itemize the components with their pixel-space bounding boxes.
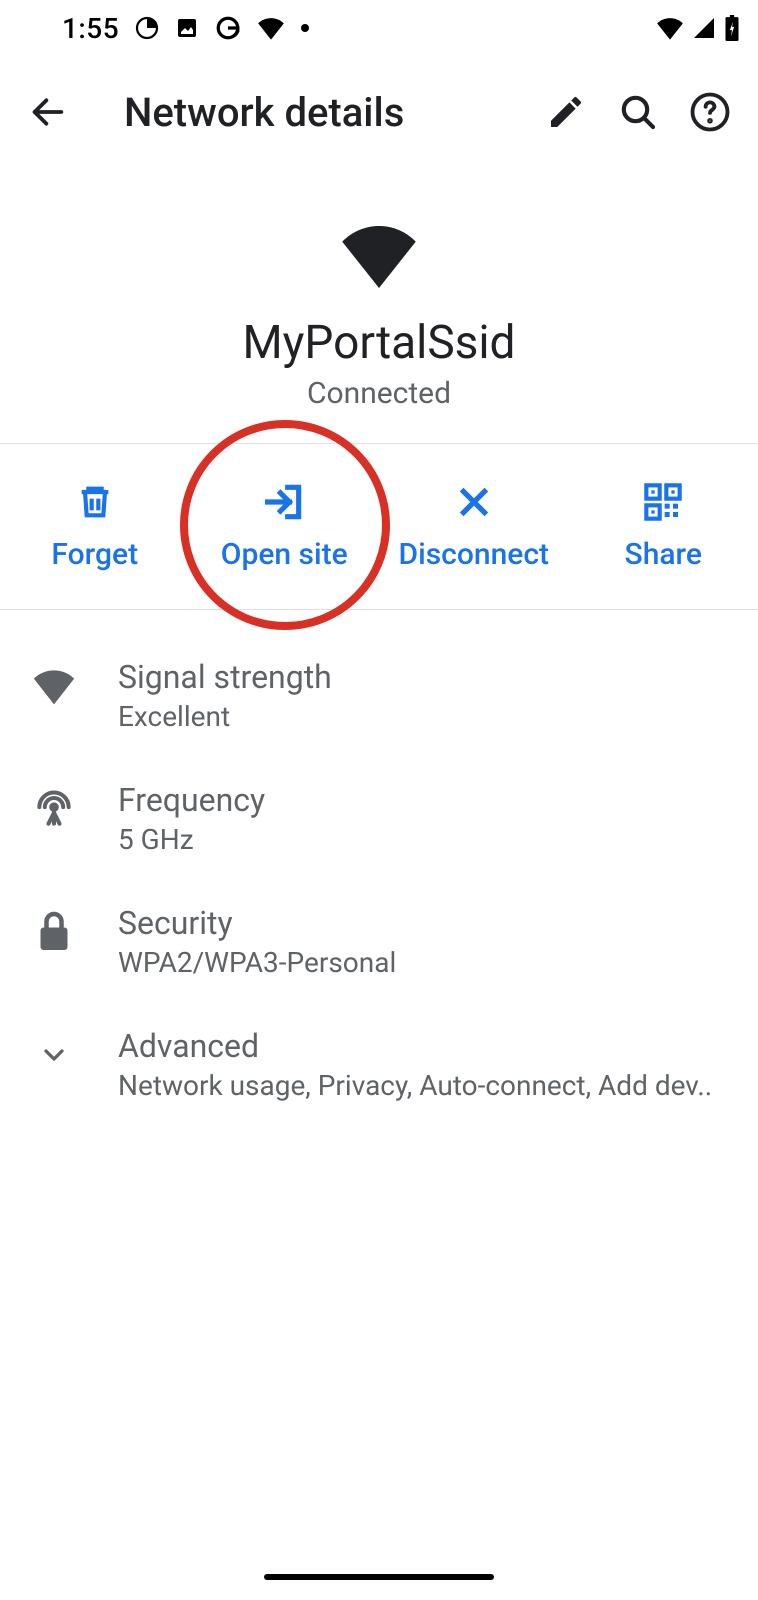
disconnect-button[interactable]: Disconnect bbox=[379, 444, 569, 609]
forget-label: Forget bbox=[51, 538, 138, 573]
network-header: MyPortalSsid Connected bbox=[0, 168, 758, 443]
wifi-large-icon bbox=[339, 224, 419, 288]
cellular-icon bbox=[692, 16, 716, 40]
search-button[interactable] bbox=[614, 88, 662, 136]
help-button[interactable] bbox=[686, 88, 734, 136]
google-icon bbox=[215, 15, 241, 41]
security-title: Security bbox=[118, 904, 728, 942]
advanced-title: Advanced bbox=[118, 1027, 728, 1065]
open-site-label: Open site bbox=[221, 538, 348, 573]
signal-strength-row[interactable]: Signal strength Excellent bbox=[0, 634, 758, 757]
detail-text: Frequency 5 GHz bbox=[118, 781, 728, 856]
wifi-icon bbox=[656, 16, 684, 40]
signal-value: Excellent bbox=[118, 700, 728, 733]
image-icon bbox=[175, 16, 199, 40]
detail-text: Advanced Network usage, Privacy, Auto-co… bbox=[118, 1027, 728, 1102]
qr-icon bbox=[641, 480, 685, 524]
page-title: Network details bbox=[124, 89, 518, 136]
security-value: WPA2/WPA3-Personal bbox=[118, 946, 728, 979]
edit-button[interactable] bbox=[542, 88, 590, 136]
security-row[interactable]: Security WPA2/WPA3-Personal bbox=[0, 880, 758, 1003]
disconnect-label: Disconnect bbox=[399, 538, 549, 573]
advanced-value: Network usage, Privacy, Auto-connect, Ad… bbox=[118, 1069, 728, 1102]
action-row: Forget Open site Disconnect Share bbox=[0, 443, 758, 610]
status-bar: 1:55 bbox=[0, 0, 758, 56]
toolbar: Network details bbox=[0, 56, 758, 168]
share-button[interactable]: Share bbox=[569, 444, 758, 609]
dot-icon bbox=[301, 24, 309, 32]
advanced-row[interactable]: Advanced Network usage, Privacy, Auto-co… bbox=[0, 1003, 758, 1126]
detail-list: Signal strength Excellent Frequency 5 GH… bbox=[0, 610, 758, 1126]
detail-text: Security WPA2/WPA3-Personal bbox=[118, 904, 728, 979]
status-right bbox=[656, 15, 740, 41]
chevron-down-icon bbox=[30, 1031, 78, 1079]
open-site-icon bbox=[262, 480, 306, 524]
wifi-icon-small bbox=[257, 16, 285, 40]
forget-button[interactable]: Forget bbox=[0, 444, 190, 609]
connection-status: Connected bbox=[307, 376, 451, 411]
trash-icon bbox=[73, 480, 117, 524]
lock-icon bbox=[30, 908, 78, 956]
status-time: 1:55 bbox=[62, 12, 119, 45]
antenna-icon bbox=[30, 785, 78, 833]
frequency-value: 5 GHz bbox=[118, 823, 728, 856]
frequency-row[interactable]: Frequency 5 GHz bbox=[0, 757, 758, 880]
network-ssid: MyPortalSsid bbox=[242, 316, 515, 370]
open-site-button[interactable]: Open site bbox=[190, 444, 380, 609]
frequency-title: Frequency bbox=[118, 781, 728, 819]
battery-charging-icon bbox=[724, 15, 740, 41]
close-icon bbox=[452, 480, 496, 524]
back-button[interactable] bbox=[24, 88, 72, 136]
wifi-signal-icon bbox=[30, 662, 78, 710]
signal-title: Signal strength bbox=[118, 658, 728, 696]
detail-text: Signal strength Excellent bbox=[118, 658, 728, 733]
status-left: 1:55 bbox=[18, 12, 309, 45]
gesture-nav-bar[interactable] bbox=[264, 1574, 494, 1580]
data-saver-icon bbox=[135, 16, 159, 40]
share-label: Share bbox=[625, 538, 702, 573]
